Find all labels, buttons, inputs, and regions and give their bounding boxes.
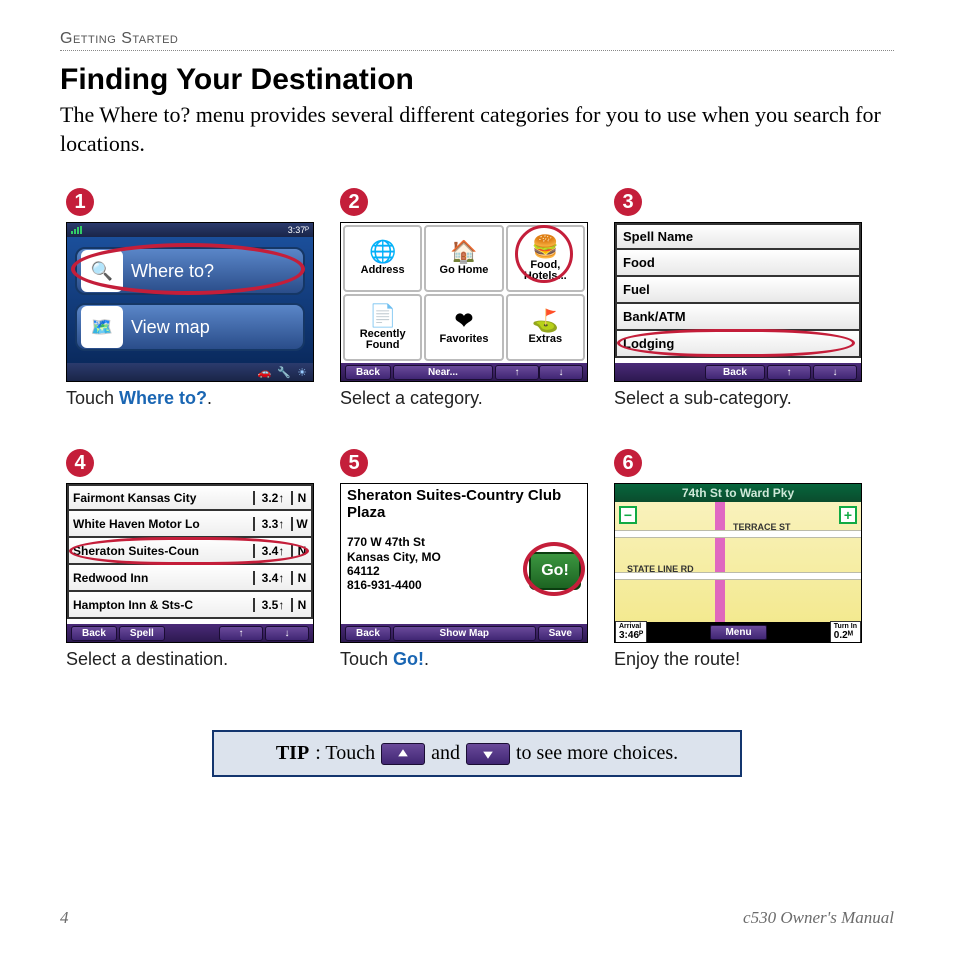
arrival-time[interactable]: Arrival 3:46ᴾ [615, 621, 647, 643]
result-row[interactable]: Fairmont Kansas City3.2↑N [67, 484, 313, 511]
step-badge-3: 3 [614, 188, 642, 216]
arrow-down-icon [466, 743, 510, 765]
turn-distance[interactable]: Turn In 0.2ᴹ [830, 621, 861, 643]
menu-button[interactable]: Menu [710, 625, 766, 640]
caption-4: Select a destination. [66, 649, 314, 670]
back-button[interactable]: Back [705, 365, 765, 380]
caption-1: Touch Where to?. [66, 388, 314, 409]
result-row[interactable]: Hampton Inn & Sts-C3.5↑N [67, 592, 313, 619]
category-cell[interactable]: 🌐Address [343, 225, 422, 292]
direction-bar: 74th St to Ward Pky [615, 484, 861, 502]
wrench-icon[interactable]: 🔧 [277, 366, 291, 379]
category-cell[interactable]: 🏠Go Home [424, 225, 503, 292]
thumb-detail: Sheraton Suites-Country Club Plaza 770 W… [340, 483, 588, 643]
step-badge-5: 5 [340, 449, 368, 477]
show-map-button[interactable]: Show Map [393, 626, 536, 641]
thumb-subcategories: Spell NameFoodFuelBank/ATMLodging Back ↑… [614, 222, 862, 382]
spell-button[interactable]: Spell [119, 626, 165, 641]
view-map-label: View map [131, 317, 210, 338]
car-icon[interactable]: 🚗 [258, 366, 272, 379]
signal-icon [71, 226, 82, 234]
step-1: 1 3:37ᴾ 🔍 Where to? 🗺️ View map 🚗 🔧 ☀ [66, 188, 314, 409]
brightness-icon[interactable]: ☀ [297, 366, 307, 379]
step-3: 3 Spell NameFoodFuelBank/ATMLodging Back… [614, 188, 862, 409]
highlight-ring [71, 243, 305, 295]
up-button[interactable]: ↑ [495, 365, 539, 380]
near-button[interactable]: Near... [393, 365, 493, 380]
tip-label: TIP [276, 742, 309, 765]
caption-5: Touch Go!. [340, 649, 588, 670]
result-row[interactable]: White Haven Motor Lo3.3↑W [67, 511, 313, 538]
step-badge-4: 4 [66, 449, 94, 477]
step-badge-1: 1 [66, 188, 94, 216]
category-cell[interactable]: 📄Recently Found [343, 294, 422, 361]
doc-title: c530 Owner's Manual [743, 908, 894, 928]
zoom-out-button[interactable]: − [619, 506, 637, 524]
map-icon: 🗺️ [81, 306, 123, 348]
down-button[interactable]: ↓ [265, 626, 309, 641]
list-item[interactable]: Food [615, 250, 861, 277]
down-button[interactable]: ↓ [813, 365, 857, 380]
highlight-ring [515, 225, 573, 283]
list-item[interactable]: Fuel [615, 277, 861, 304]
back-button[interactable]: Back [345, 365, 391, 380]
highlight-ring [523, 542, 585, 596]
thumb-categories: 🌐Address🏠Go Home🍔Food, Hotels...📄Recentl… [340, 222, 588, 382]
section-label: Getting Started [60, 30, 894, 51]
category-cell[interactable]: ❤Favorites [424, 294, 503, 361]
intro-paragraph: The Where to? menu provides several diff… [60, 101, 894, 158]
thumb-route: 74th St to Ward Pky TERRACE ST STATE LIN… [614, 483, 862, 643]
zoom-in-button[interactable]: + [839, 506, 857, 524]
caption-6: Enjoy the route! [614, 649, 862, 670]
up-button[interactable]: ↑ [767, 365, 811, 380]
tip-box: TIP: Touch and to see more choices. [212, 730, 742, 777]
poi-title: Sheraton Suites-Country Club Plaza [347, 488, 581, 521]
step-4: 4 Fairmont Kansas City3.2↑NWhite Haven M… [66, 449, 314, 670]
page-footer: 4 c530 Owner's Manual [60, 908, 894, 928]
up-button[interactable]: ↑ [219, 626, 263, 641]
highlight-ring [617, 329, 855, 357]
step-2: 2 🌐Address🏠Go Home🍔Food, Hotels...📄Recen… [340, 188, 588, 409]
steps-grid: 1 3:37ᴾ 🔍 Where to? 🗺️ View map 🚗 🔧 ☀ [66, 188, 894, 670]
step-5: 5 Sheraton Suites-Country Club Plaza 770… [340, 449, 588, 670]
back-button[interactable]: Back [345, 626, 391, 641]
category-cell[interactable]: ⛳Extras [506, 294, 585, 361]
street-label: STATE LINE RD [627, 564, 694, 574]
arrow-up-icon [381, 743, 425, 765]
caption-2: Select a category. [340, 388, 588, 409]
highlight-ring [69, 537, 309, 565]
list-item[interactable]: Spell Name [615, 223, 861, 250]
back-button[interactable]: Back [71, 626, 117, 641]
map-view[interactable]: TERRACE ST STATE LINE RD − + [615, 502, 861, 624]
step-badge-2: 2 [340, 188, 368, 216]
list-item[interactable]: Bank/ATM [615, 304, 861, 331]
page-title: Finding Your Destination [60, 63, 894, 97]
street-label: TERRACE ST [733, 522, 791, 532]
view-map-button[interactable]: 🗺️ View map [75, 303, 305, 351]
result-row[interactable]: Redwood Inn3.4↑N [67, 565, 313, 592]
step-badge-6: 6 [614, 449, 642, 477]
save-button[interactable]: Save [538, 626, 583, 641]
page-number: 4 [60, 908, 69, 928]
thumb-results: Fairmont Kansas City3.2↑NWhite Haven Mot… [66, 483, 314, 643]
clock-time: 3:37ᴾ [288, 225, 309, 235]
thumb-where-to: 3:37ᴾ 🔍 Where to? 🗺️ View map 🚗 🔧 ☀ [66, 222, 314, 382]
down-button[interactable]: ↓ [539, 365, 583, 380]
step-6: 6 74th St to Ward Pky TERRACE ST STATE L… [614, 449, 862, 670]
caption-3: Select a sub-category. [614, 388, 862, 409]
